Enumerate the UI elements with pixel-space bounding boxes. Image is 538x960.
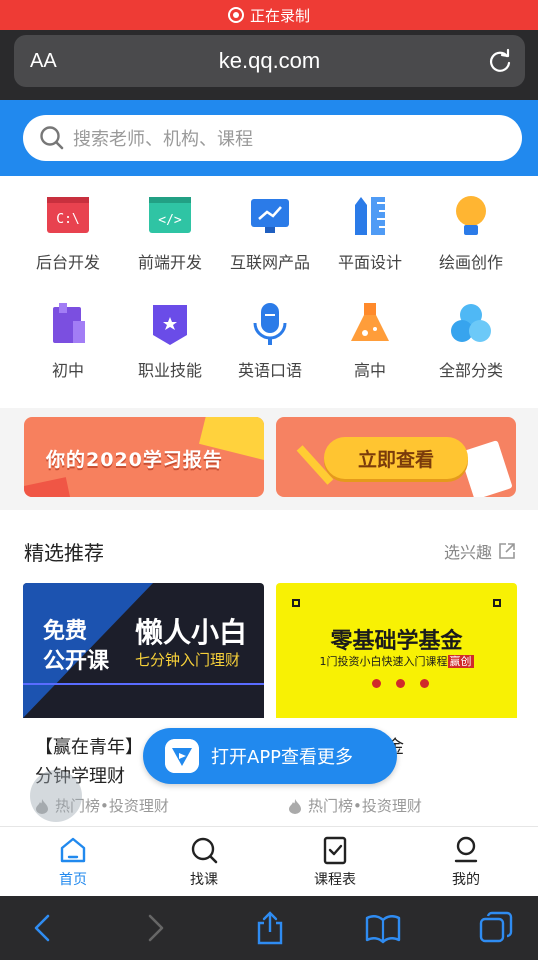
tab-label: 首页 bbox=[59, 872, 87, 888]
category-label: 前端开发 bbox=[137, 253, 202, 272]
thumbnail-decoration bbox=[292, 599, 300, 607]
schedule-icon bbox=[323, 836, 347, 865]
thumbnail-decoration bbox=[23, 683, 264, 685]
choose-interest-link[interactable]: 选兴趣 bbox=[444, 539, 516, 563]
course-thumbnail: 免费 公开课 懒人小白 七分钟入门理财 bbox=[23, 583, 264, 718]
category-label: 绘画创作 bbox=[438, 253, 503, 272]
section-title: 精选推荐 bbox=[24, 541, 104, 565]
ruler-icon bbox=[355, 197, 385, 235]
category-item-backend[interactable]: C:\ 后台开发 bbox=[18, 193, 118, 273]
category-label: 英语口语 bbox=[237, 361, 302, 380]
svg-text:</>: </> bbox=[158, 213, 182, 228]
tab-label: 我的 bbox=[452, 872, 480, 888]
category-label: 平面设计 bbox=[337, 253, 402, 272]
thumb-text: 懒人小白 bbox=[135, 616, 248, 649]
profile-icon bbox=[454, 836, 478, 863]
book-icon bbox=[53, 303, 85, 343]
tab-schedule[interactable]: 课程表 bbox=[295, 835, 375, 889]
course-title: 金 bbox=[386, 734, 538, 762]
search-input[interactable]: 搜索老师、机构、课程 bbox=[23, 115, 522, 161]
external-link-icon bbox=[499, 543, 515, 559]
search-icon bbox=[191, 837, 218, 864]
category-item-internet-product[interactable]: 互联网产品 bbox=[220, 193, 320, 273]
category-label: 互联网产品 bbox=[229, 253, 310, 272]
category-grid: C:\ 后台开发 </> 前端开发 互联网产品 平面设计 绘画创作 初中 职业技… bbox=[0, 176, 538, 408]
flask-icon bbox=[351, 303, 389, 341]
search-header: 搜索老师、机构、课程 bbox=[0, 100, 538, 176]
thumb-text: 1门投资小白快速入门课程 bbox=[319, 655, 448, 668]
category-item-junior-high[interactable]: 初中 bbox=[18, 301, 118, 381]
search-placeholder: 搜索老师、机构、课程 bbox=[73, 129, 253, 150]
thumb-subtitle: 1门投资小白快速入门课程 赢创 bbox=[276, 653, 517, 669]
share-icon[interactable] bbox=[252, 910, 288, 946]
tab-home[interactable]: 首页 bbox=[33, 835, 113, 889]
category-item-graphic-design[interactable]: 平面设计 bbox=[320, 193, 420, 273]
address-bar[interactable]: AA ke.qq.com bbox=[14, 35, 525, 87]
open-app-button[interactable]: 打开APP查看更多 bbox=[143, 728, 397, 784]
bookmarks-icon[interactable] bbox=[365, 910, 401, 946]
tabs-icon[interactable] bbox=[478, 910, 514, 946]
url-text[interactable]: ke.qq.com bbox=[219, 48, 321, 74]
category-item-all[interactable]: 全部分类 bbox=[421, 301, 521, 381]
tab-label: 找课 bbox=[190, 872, 218, 888]
course-thumbnail: 零基础学基金 1门投资小白快速入门课程 赢创 bbox=[276, 583, 517, 718]
badge-icon bbox=[153, 305, 187, 345]
forward-icon[interactable] bbox=[138, 910, 174, 946]
thumbnail-decoration bbox=[372, 673, 444, 692]
browser-toolbar-top: AA ke.qq.com bbox=[0, 30, 538, 100]
study-report-text: 你的2020学习报告 bbox=[46, 449, 223, 471]
banner-row: 你的2020学习报告 立即查看 bbox=[0, 408, 538, 510]
open-app-label: 打开APP查看更多 bbox=[211, 747, 354, 768]
view-now-button[interactable]: 立即查看 bbox=[324, 437, 468, 479]
view-now-banner[interactable]: 立即查看 bbox=[276, 417, 516, 497]
cluster-icon bbox=[451, 304, 491, 342]
category-item-frontend[interactable]: </> 前端开发 bbox=[120, 193, 220, 273]
flame-icon bbox=[289, 798, 301, 814]
choose-interest-label: 选兴趣 bbox=[443, 543, 492, 562]
text-size-button[interactable]: AA bbox=[30, 50, 57, 73]
category-item-vocational[interactable]: 职业技能 bbox=[120, 301, 220, 381]
category-label: 全部分类 bbox=[438, 361, 503, 380]
category-label: 职业技能 bbox=[137, 361, 202, 380]
browser-toolbar-bottom bbox=[0, 896, 538, 960]
category-item-english[interactable]: 英语口语 bbox=[220, 301, 320, 381]
bulb-icon bbox=[456, 196, 486, 235]
category-label: 后台开发 bbox=[35, 253, 100, 272]
code-icon: </> bbox=[149, 197, 191, 233]
touch-indicator bbox=[30, 770, 82, 822]
thumb-text: 七分钟入门理财 bbox=[135, 651, 241, 669]
reload-icon[interactable] bbox=[487, 48, 513, 74]
course-tag-text: 热门榜•投资理财 bbox=[308, 797, 422, 815]
recording-label: 正在录制 bbox=[249, 6, 310, 25]
thumb-badge: 赢创 bbox=[447, 655, 474, 668]
thumb-text: 免费 bbox=[43, 618, 88, 644]
terminal-icon: C:\ bbox=[47, 197, 89, 233]
search-icon bbox=[40, 126, 64, 150]
thumbnail-decoration bbox=[493, 599, 501, 607]
course-tag: 热门榜•投资理财 bbox=[288, 795, 422, 816]
thumb-text: 公开课 bbox=[43, 648, 110, 674]
category-label: 初中 bbox=[51, 361, 84, 380]
recording-status-bar: 正在录制 bbox=[0, 0, 538, 30]
record-icon bbox=[227, 7, 244, 23]
banner-decoration bbox=[24, 477, 73, 497]
paper-icon bbox=[459, 440, 513, 497]
category-item-painting[interactable]: 绘画创作 bbox=[421, 193, 521, 273]
course-card[interactable]: 零基础学基金 1门投资小白快速入门课程赢创 金 热门榜•投资理财 bbox=[276, 583, 517, 826]
back-icon[interactable] bbox=[26, 910, 62, 946]
tab-label: 课程表 bbox=[314, 872, 356, 888]
bottom-tabbar: 首页 找课 课程表 我的 bbox=[0, 826, 538, 896]
study-report-banner[interactable]: 你的2020学习报告 bbox=[24, 417, 264, 497]
category-item-senior-high[interactable]: 高中 bbox=[320, 301, 420, 381]
tab-profile[interactable]: 我的 bbox=[426, 835, 506, 889]
app-logo-icon bbox=[165, 739, 199, 773]
chart-icon bbox=[251, 199, 289, 233]
svg-text:C:\: C:\ bbox=[56, 212, 79, 227]
thumb-text: 零基础学基金 bbox=[330, 629, 463, 654]
tab-find-course[interactable]: 找课 bbox=[164, 835, 244, 889]
microphone-icon bbox=[253, 303, 287, 345]
category-label: 高中 bbox=[353, 361, 386, 380]
home-icon bbox=[60, 837, 86, 863]
